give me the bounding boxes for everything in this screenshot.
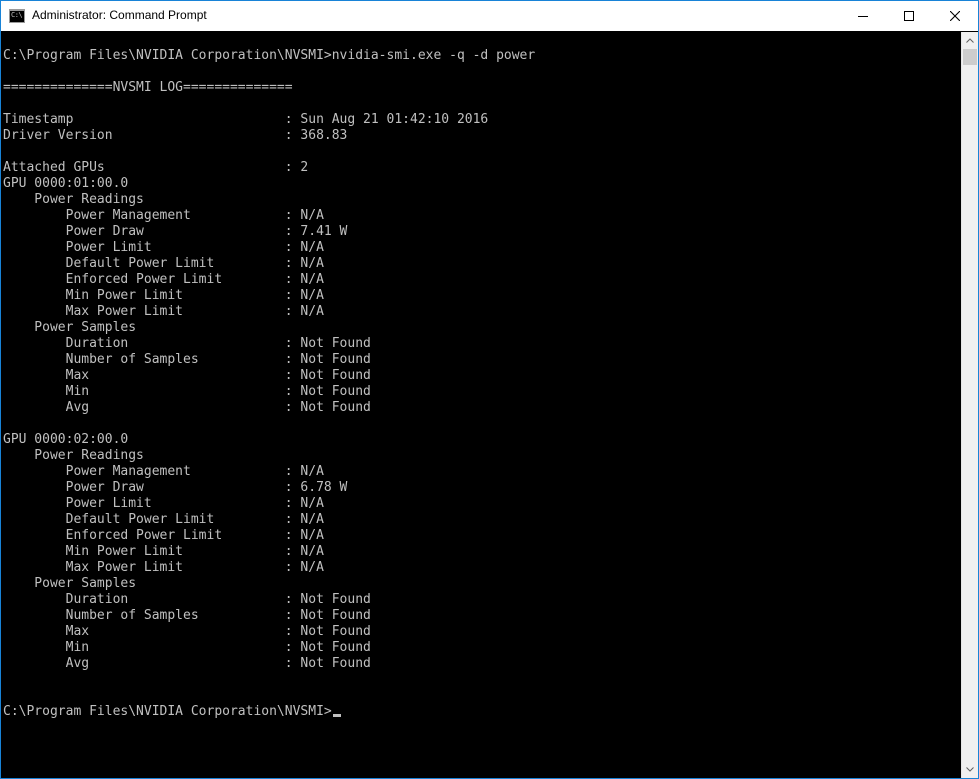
console-line: Duration : Not Found — [3, 336, 371, 351]
window-title: Administrator: Command Prompt — [32, 8, 207, 22]
scroll-thumb[interactable] — [963, 49, 977, 65]
console-line: Power Samples — [3, 320, 137, 335]
console-line: Default Power Limit : N/A — [3, 512, 324, 527]
console-line: Min Power Limit : N/A — [3, 288, 324, 303]
maximize-icon — [904, 11, 914, 21]
console-line: Attached GPUs : 2 — [3, 160, 309, 175]
chevron-up-icon — [966, 38, 974, 43]
console-line: Max : Not Found — [3, 624, 371, 639]
console-text: C:\Program Files\NVIDIA Corporation\NVSM… — [3, 48, 535, 720]
console-line: Power Limit : N/A — [3, 240, 324, 255]
console-line: Max Power Limit : N/A — [3, 560, 324, 575]
close-icon — [950, 11, 960, 21]
console-line: Number of Samples : Not Found — [3, 352, 371, 367]
console-output[interactable]: C:\Program Files\NVIDIA Corporation\NVSM… — [1, 32, 961, 778]
console-line: Min : Not Found — [3, 640, 371, 655]
console-line: Duration : Not Found — [3, 592, 371, 607]
console-line: Avg : Not Found — [3, 400, 371, 415]
close-button[interactable] — [932, 1, 978, 31]
scroll-up-button[interactable] — [962, 32, 978, 49]
console-line: Power Management : N/A — [3, 208, 324, 223]
title-bar[interactable]: C:\ Administrator: Command Prompt — [1, 1, 978, 31]
console-line: ==============NVSMI LOG============== — [3, 80, 293, 95]
console-line: C:\Program Files\NVIDIA Corporation\NVSM… — [3, 48, 536, 63]
console-line: Min Power Limit : N/A — [3, 544, 324, 559]
console-line: Number of Samples : Not Found — [3, 608, 371, 623]
scroll-down-button[interactable] — [962, 761, 978, 778]
console-line: Enforced Power Limit : N/A — [3, 528, 324, 543]
console-line: Power Management : N/A — [3, 464, 324, 479]
console-line: Driver Version : 368.83 — [3, 128, 348, 143]
text-cursor — [332, 714, 341, 717]
console-line: Power Limit : N/A — [3, 496, 324, 511]
console-prompt-line[interactable]: C:\Program Files\NVIDIA Corporation\NVSM… — [3, 704, 535, 720]
minimize-icon — [858, 16, 868, 17]
console-line: Max : Not Found — [3, 368, 371, 383]
console-line: Enforced Power Limit : N/A — [3, 272, 324, 287]
console-line: Power Draw : 6.78 W — [3, 480, 348, 495]
console-prompt: C:\Program Files\NVIDIA Corporation\NVSM… — [3, 704, 332, 719]
console-line: Default Power Limit : N/A — [3, 256, 324, 271]
vertical-scrollbar[interactable] — [961, 32, 978, 778]
console-line: Avg : Not Found — [3, 656, 371, 671]
console-line: Max Power Limit : N/A — [3, 304, 324, 319]
console-line: GPU 0000:01:00.0 — [3, 176, 129, 191]
console-line: Power Readings — [3, 192, 144, 207]
console-line: Min : Not Found — [3, 384, 371, 399]
command-prompt-window: C:\ Administrator: Command Prompt C:\Pro… — [0, 0, 979, 779]
console-line: Timestamp : Sun Aug 21 01:42:10 2016 — [3, 112, 489, 127]
minimize-button[interactable] — [840, 1, 886, 31]
chevron-down-icon — [966, 767, 974, 772]
console-line: GPU 0000:02:00.0 — [3, 432, 129, 447]
console-line: Power Draw : 7.41 W — [3, 224, 348, 239]
console-line: Power Readings — [3, 448, 144, 463]
maximize-button[interactable] — [886, 1, 932, 31]
command-prompt-icon[interactable]: C:\ — [9, 9, 25, 23]
app-icon-glyph: C:\ — [11, 11, 23, 19]
console-line: Power Samples — [3, 576, 137, 591]
